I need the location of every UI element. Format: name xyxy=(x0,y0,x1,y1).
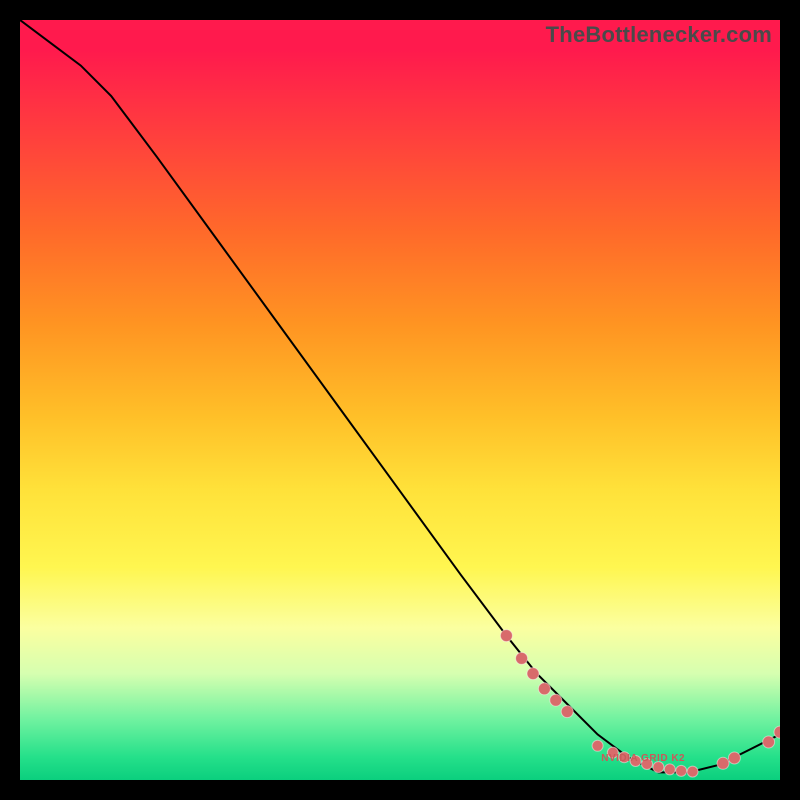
data-point xyxy=(550,694,562,706)
data-point xyxy=(592,740,603,751)
plot-svg: NVIDIA GRID K2 xyxy=(20,20,780,780)
data-point xyxy=(728,752,740,764)
data-point xyxy=(717,757,729,769)
chart-area: TheBottlenecker.com NVIDIA GRID K2 xyxy=(20,20,780,780)
data-point xyxy=(676,765,687,776)
data-point xyxy=(687,766,698,777)
dots-rising-tail xyxy=(717,726,780,769)
data-point xyxy=(527,668,539,680)
data-point xyxy=(500,630,512,642)
bottleneck-curve xyxy=(20,20,780,772)
data-point xyxy=(538,683,550,695)
data-point xyxy=(516,652,528,664)
series-label: NVIDIA GRID K2 xyxy=(601,753,685,764)
data-point xyxy=(664,764,675,775)
data-point xyxy=(763,736,775,748)
data-point xyxy=(561,706,573,718)
